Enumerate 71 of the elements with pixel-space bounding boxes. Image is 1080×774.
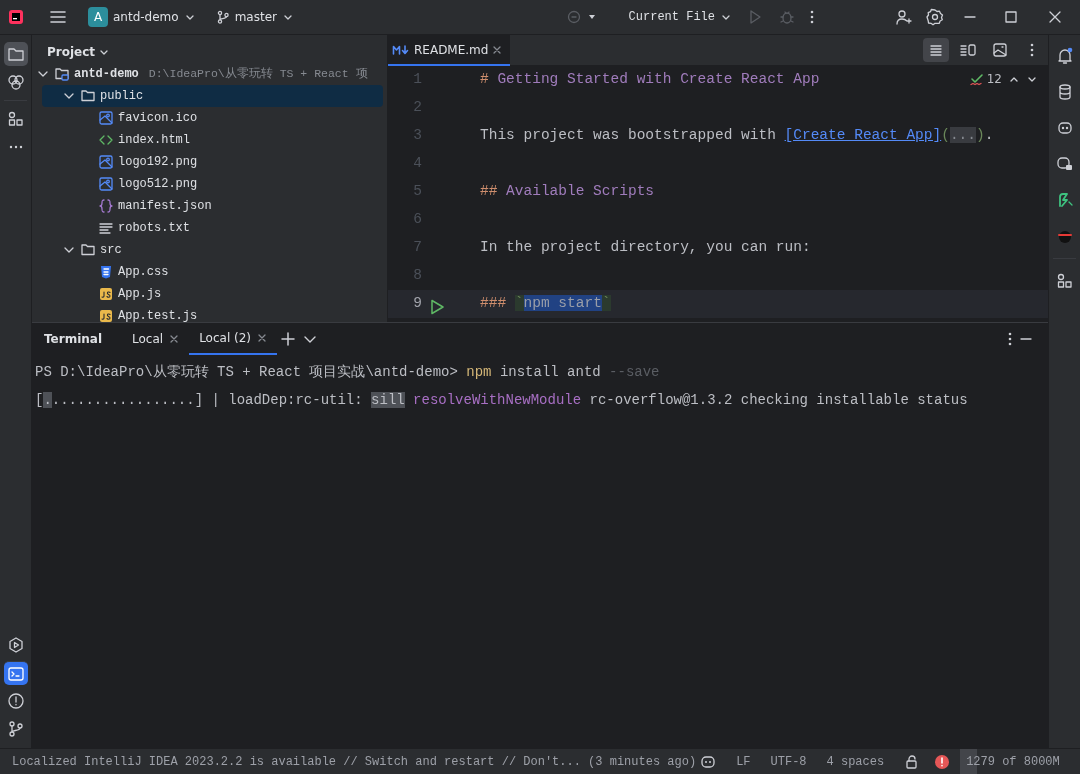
robot-icon [700,753,717,770]
editor-tab[interactable]: README.md [388,35,511,66]
tree-item[interactable]: App.css [42,261,383,283]
panel-title[interactable]: Project [47,43,96,61]
folder-tool-button[interactable] [3,42,28,66]
tree-item[interactable]: antd-demo D:\IdeaPro\从零玩转 TS + React 项 [34,63,387,85]
check-icon [969,72,984,86]
tree-item[interactable]: public [42,85,383,107]
curly-braces-icon [98,198,114,214]
status-item[interactable]: 4 spaces [816,752,895,771]
code-line: In the project directory, you can run: [480,238,811,258]
markdown-icon [392,43,410,56]
plus-icon [281,332,296,346]
terminal-line: PS D:\IdeaPro\从零玩转 TS + React 项目实战\antd-demo> npm install antd --save [35,362,660,382]
project-badge: A [88,7,108,27]
status-item[interactable]: UTF-8 [760,752,817,771]
warning-icon [5,691,26,711]
tree-item[interactable]: manifest.json [42,195,383,217]
folder-icon [80,242,96,258]
text-file-icon [98,220,114,236]
terminal-tab[interactable]: Local (2) [189,323,278,355]
more-icon [8,145,23,149]
tree-item[interactable]: src [42,239,383,261]
image-icon [991,41,1009,59]
image-file-icon [98,154,114,170]
add-user-icon [894,8,912,26]
terminal-tool-button[interactable] [3,661,28,685]
code-line: ### `npm start` [480,294,611,314]
status-item[interactable]: LF [726,752,761,771]
tree-item[interactable]: App.js [42,283,383,305]
more-vertical-icon [810,10,814,24]
branch-selector[interactable]: master [211,6,298,28]
code-line: This project was bootstrapped with [Create React App](...). [480,126,994,146]
close-icon[interactable] [169,334,180,344]
tree-item[interactable]: App.test.js [42,305,383,322]
image-file-icon [98,176,114,192]
css-file-icon [98,264,114,280]
close-icon[interactable] [257,333,268,343]
js-file-icon [98,286,114,302]
tree-item[interactable]: robots.txt [42,217,383,239]
run-icon[interactable] [428,298,446,317]
error-icon [934,753,951,770]
minimize-icon [1020,338,1032,340]
more-vertical-icon [1030,43,1034,57]
plugin-icon [5,72,26,92]
folder-icon [80,88,96,104]
terminal-tab[interactable]: Local [122,323,190,355]
tree-item[interactable]: index.html [42,129,383,151]
inspection-count[interactable]: 12 [969,70,1002,88]
app-logo-icon [6,7,26,27]
code-line: ## Available Scripts [480,182,655,202]
tree-item[interactable]: logo192.png [42,151,383,173]
image-file-icon [98,110,114,126]
code-line: # Getting Started with Create React App [480,70,820,90]
panel-title: Terminal [43,331,104,348]
project-selector[interactable]: A antd-demo [84,5,200,29]
settings-icon [926,8,944,26]
status-message[interactable]: Localized IntelliJ IDEA 2023.2.2 is available // Switch and restart // Don't... (3 minutes ago) [0,752,697,771]
terminal-line: [..................] | loadDep:rc-util: sill resolveWithNewModule rc-overflow@1.3.2 checking installable status [35,390,968,410]
editor-only-button[interactable] [923,38,949,62]
run-configuration-selector[interactable]: Current File [624,6,736,28]
branch-icon [215,10,230,24]
tree-item[interactable]: logo512.png [42,173,383,195]
tree-item[interactable]: favicon.ico [42,107,383,129]
minimize-icon [964,16,976,18]
close-icon[interactable] [492,44,503,55]
module-folder-icon [54,66,70,82]
split-view-icon [959,41,977,59]
maximize-icon [1002,8,1020,26]
more-vertical-icon [1008,332,1012,346]
line-number: 9 [413,294,422,314]
